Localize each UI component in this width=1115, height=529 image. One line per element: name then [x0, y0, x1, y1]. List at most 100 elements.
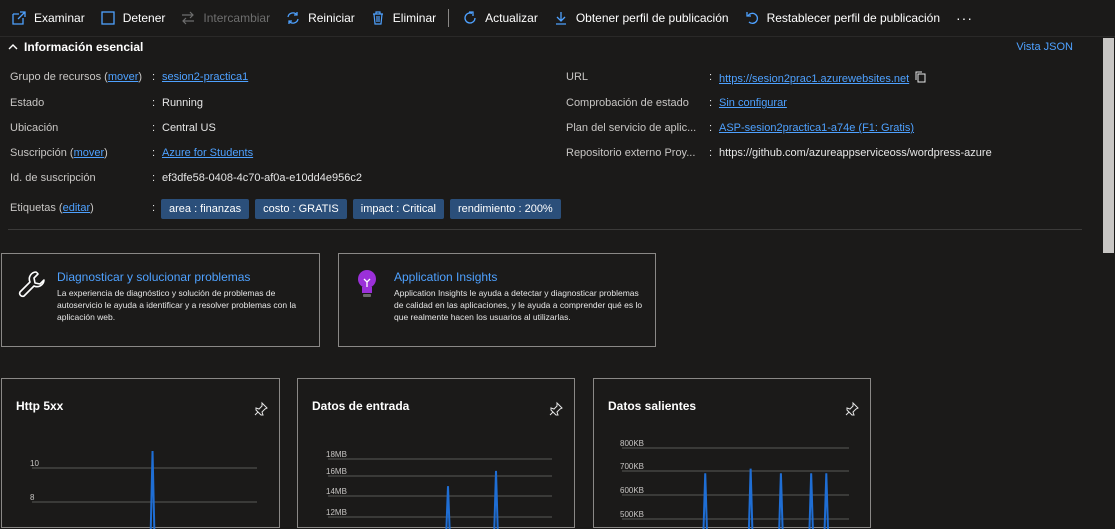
swap-icon [179, 9, 197, 27]
separator-colon: : [152, 97, 156, 109]
subscription-move-link[interactable]: mover [74, 147, 105, 159]
health-check-label: Comprobación de estado [566, 97, 689, 109]
tag-chip[interactable]: impact : Critical [352, 199, 444, 219]
chart-card-data-in[interactable]: Datos de entrada 18MB 16MB 14MB 12MB [297, 378, 575, 529]
lightbulb-icon [356, 268, 378, 303]
chart-spike [823, 473, 829, 529]
diagnose-card-description: La experiencia de diagnóstico y solución… [57, 288, 297, 322]
tag-chip[interactable]: costo : GRATIS [255, 199, 347, 219]
json-view-link[interactable]: Vista JSON [1016, 41, 1073, 53]
tags-label: Etiquetas (editar) [10, 202, 94, 214]
browse-label: Examinar [34, 11, 85, 25]
y-tick-label: 18MB [326, 450, 347, 459]
refresh-button[interactable]: Actualizar [461, 9, 538, 27]
reset-publish-profile-button[interactable]: Restablecer perfil de publicación [743, 9, 940, 27]
external-repo-label: Repositorio externo Proy... [566, 147, 696, 159]
y-tick-label: 16MB [326, 467, 347, 476]
refresh-icon [461, 9, 479, 27]
chart-spike [747, 468, 754, 529]
get-publish-profile-button[interactable]: Obtener perfil de publicación [552, 9, 729, 27]
command-bar: Examinar Detener Intercambiar Reiniciar … [0, 0, 1115, 37]
app-service-plan-label: Plan del servicio de aplic... [566, 122, 697, 134]
resource-group-move-link[interactable]: mover [108, 71, 139, 83]
app-insights-card-title[interactable]: Application Insights [394, 270, 497, 284]
separator-colon: : [709, 122, 713, 134]
toolbar-divider [448, 9, 450, 27]
restart-label: Reiniciar [308, 11, 355, 25]
separator-colon: : [152, 71, 156, 83]
chart-spike [778, 473, 784, 529]
diagnose-card[interactable]: Diagnosticar y solucionar problemas La e… [1, 253, 320, 347]
resource-group-label-text: Grupo de recursos [10, 71, 102, 83]
separator-colon: : [709, 71, 713, 83]
essentials-toggle[interactable]: Información esencial [8, 40, 143, 54]
restart-button[interactable]: Reiniciar [284, 9, 355, 27]
get-publish-profile-label: Obtener perfil de publicación [575, 11, 729, 25]
subscription-label-text: Suscripción [10, 147, 67, 159]
status-value: Running [162, 97, 203, 109]
separator-colon: : [709, 97, 713, 109]
reset-icon [743, 9, 761, 27]
resource-group-label: Grupo de recursos (mover) [10, 71, 143, 83]
url-link[interactable]: https://sesion2prac1.azurewebsites.net [719, 73, 909, 85]
chart-plot: 18MB 16MB 14MB 12MB [326, 450, 552, 529]
y-tick-label: 600KB [620, 486, 644, 495]
y-tick-label: 12MB [326, 508, 347, 517]
refresh-label: Actualizar [485, 11, 538, 25]
wrench-icon [16, 268, 48, 303]
tag-chip[interactable]: rendimiento : 200% [449, 199, 561, 219]
chart-card-data-out[interactable]: Datos salientes 800KB 700KB 600KB 500KB [593, 378, 871, 529]
delete-label: Eliminar [392, 11, 437, 25]
tags-edit-link[interactable]: editar [63, 202, 91, 214]
chart-card-http5xx[interactable]: Http 5xx 10 8 [1, 378, 280, 529]
health-check-link[interactable]: Sin configurar [719, 97, 787, 109]
stop-button[interactable]: Detener [99, 9, 166, 27]
y-tick-label: 700KB [620, 462, 644, 471]
download-icon [552, 9, 570, 27]
y-tick-label: 14MB [326, 487, 347, 496]
subscription-label: Suscripción (mover) [10, 147, 108, 159]
scrollbar-thumb[interactable] [1103, 38, 1114, 253]
essentials-divider [8, 229, 1082, 230]
location-label: Ubicación [10, 122, 59, 134]
location-value: Central US [162, 122, 216, 134]
app-insights-card[interactable]: Application Insights Application Insight… [338, 253, 656, 347]
chart-spike [445, 486, 451, 529]
essentials-title: Información esencial [24, 40, 144, 54]
swap-button[interactable]: Intercambiar [179, 9, 270, 27]
status-label: Estado [10, 97, 45, 109]
chart-spike [808, 473, 814, 529]
chart-plot: 10 8 [30, 450, 257, 529]
swap-label: Intercambiar [203, 11, 271, 25]
subscription-link[interactable]: Azure for Students [162, 147, 253, 159]
open-external-icon [10, 9, 28, 27]
separator-colon: : [152, 172, 156, 184]
separator-colon: : [152, 147, 156, 159]
subscription-id-label: Id. de suscripción [10, 172, 96, 184]
y-tick-label: 800KB [620, 439, 644, 448]
y-tick-label: 8 [30, 493, 35, 502]
y-tick-label: 500KB [620, 510, 644, 519]
resource-group-link[interactable]: sesion2-practica1 [162, 71, 248, 83]
stop-label: Detener [122, 11, 166, 25]
reset-publish-profile-label: Restablecer perfil de publicación [766, 11, 941, 25]
app-service-plan-link[interactable]: ASP-sesion2practica1-a74e (F1: Gratis) [719, 122, 914, 134]
browse-button[interactable]: Examinar [10, 9, 85, 27]
tags-list: area : finanzas costo : GRATIS impact : … [161, 199, 567, 219]
diagnose-card-title[interactable]: Diagnosticar y solucionar problemas [57, 270, 250, 284]
separator-colon: : [152, 202, 156, 214]
delete-button[interactable]: Eliminar [369, 9, 436, 27]
app-insights-card-description: Application Insights le ayuda a detectar… [394, 288, 643, 322]
tags-label-text: Etiquetas [10, 202, 56, 214]
chart-plot: 800KB 700KB 600KB 500KB [620, 439, 849, 529]
more-actions-button[interactable]: ··· [956, 10, 973, 26]
copy-icon[interactable] [915, 71, 926, 86]
chevron-up-icon [8, 40, 18, 54]
external-repo-value: https://github.com/azureappserviceoss/wo… [719, 147, 992, 159]
tag-chip[interactable]: area : finanzas [161, 199, 250, 219]
stop-icon [99, 9, 117, 27]
y-tick-label: 10 [30, 459, 39, 468]
restart-icon [284, 9, 302, 27]
chart-spike [702, 473, 708, 529]
chart-spike [149, 450, 156, 529]
